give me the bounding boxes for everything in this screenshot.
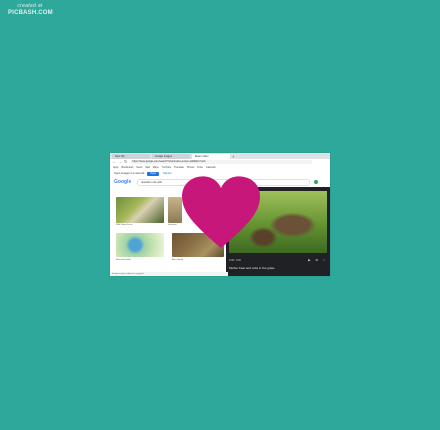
result-caption[interactable]: Bee-eater birds — [116, 259, 131, 261]
preview-time: 0:00 / 0:30 — [229, 258, 241, 262]
watermark-brand: PICBASH.COM — [8, 10, 53, 16]
watermark: created at PICBASH.COM — [8, 3, 53, 17]
result-caption[interactable]: Wild Zebra Facts — [116, 224, 133, 226]
bookmark-item[interactable]: Bookmarks — [121, 166, 133, 169]
info-text: Open Images in a new tab — [114, 172, 145, 175]
info-open-button[interactable]: Open — [147, 171, 160, 176]
result-image-zebras[interactable] — [116, 197, 164, 223]
bookmark-item[interactable]: Translate — [174, 166, 184, 169]
bookmark-item[interactable]: Drive — [197, 166, 203, 169]
heart-icon — [182, 176, 260, 249]
bookmark-item[interactable]: Calendar — [206, 166, 216, 169]
result-image-birds[interactable] — [116, 233, 164, 257]
bookmark-item[interactable]: News — [136, 166, 142, 169]
bookmark-item[interactable]: Mail — [145, 166, 149, 169]
address-bar[interactable]: https://www.google.com/search?q=animals+… — [130, 160, 313, 164]
avatar[interactable] — [314, 180, 319, 184]
bookmark-item[interactable]: YouTube — [162, 166, 171, 169]
preview-controls: 0:00 / 0:30 ▶ ⚙ ⛶ — [229, 257, 327, 263]
bookmark-item[interactable]: Maps — [153, 166, 159, 169]
google-logo[interactable]: Google — [114, 179, 131, 185]
watermark-top: created at — [17, 3, 43, 9]
preview-control-icons[interactable]: ▶ ⚙ ⛶ — [308, 258, 327, 262]
bookmark-item[interactable]: Photos — [187, 166, 194, 169]
result-image-savanna[interactable] — [168, 197, 182, 223]
info-dismiss-link[interactable]: Dismiss — [163, 172, 171, 175]
page-footer: Images may be subject to copyright. — [110, 272, 228, 276]
preview-title[interactable]: Mother bear and cubs in the grass — [229, 266, 327, 270]
result-caption[interactable]: Savanna — [168, 224, 177, 226]
bookmark-item[interactable]: Apps — [113, 166, 118, 169]
heart-shape — [182, 176, 260, 249]
result-caption[interactable]: Bear family — [172, 259, 183, 261]
